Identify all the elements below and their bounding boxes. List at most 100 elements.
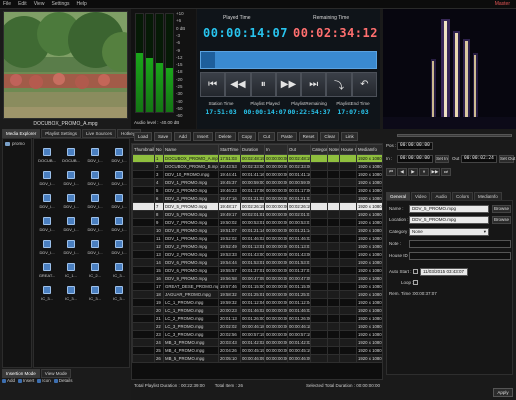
clip-skip-next-icon[interactable]: ⏭ — [441, 168, 451, 176]
location-field[interactable]: DDV_5_PROMO.mpg — [409, 216, 489, 224]
table-row[interactable]: 5 DDV_3_PROMO.mpg 19:46:23 00:01:17:06 00:00… — [132, 186, 382, 195]
file-item[interactable]: DDV_I... — [107, 234, 131, 256]
delete-button[interactable]: Delete — [214, 131, 236, 141]
menu-settings[interactable]: Settings — [51, 1, 69, 7]
file-item[interactable]: IC_3... — [35, 280, 59, 302]
reset-button[interactable]: Reset — [298, 131, 319, 141]
menu-file[interactable]: File — [3, 1, 11, 7]
col-no[interactable]: No — [154, 144, 164, 155]
file-item[interactable]: DDV_I... — [35, 165, 59, 187]
table-row[interactable]: 8 DDV_5_PROMO.mpg 19:49:17 00:02:01:01 00:00… — [132, 210, 382, 219]
tab-view-mode[interactable]: View Mode — [40, 369, 71, 378]
file-item[interactable]: IC_3... — [107, 280, 131, 302]
table-row[interactable]: 17 GREAT_DESE_PROMO.mpg 19:57:46 00:01:15:0… — [132, 282, 382, 291]
playback-progress-bar[interactable] — [200, 51, 377, 69]
col-thumbnail[interactable]: Thumbnail — [132, 144, 155, 155]
file-item[interactable]: IC_3... — [59, 280, 83, 302]
table-row[interactable]: 3 DDV_10_PROMO.mpg 19:44:41 00:01:41:16 00:0… — [132, 170, 382, 179]
table-row[interactable]: 13 DDV_2_PROMO.mpg 19:53:33 00:01:43:00 00:0… — [132, 250, 382, 259]
rewind-button[interactable]: ◀◀ — [225, 72, 251, 97]
file-item[interactable]: DOCUB... — [59, 142, 83, 164]
menu-help[interactable]: Help — [77, 1, 87, 7]
browse-location-button[interactable]: Browse — [492, 216, 511, 224]
add-button[interactable]: Add — [174, 131, 192, 141]
table-row[interactable]: 18 JAGUAR_PROMO.mpg 19:58:32 00:01:25:01 00:… — [132, 290, 382, 299]
file-item[interactable]: DOCUB... — [35, 142, 59, 164]
clip-pause-icon[interactable]: ⏸ — [419, 168, 429, 176]
auto-start-datetime[interactable]: 11/03/2015 03:43:07 — [420, 268, 468, 276]
file-item[interactable]: IC_3... — [83, 280, 107, 302]
browse-name-button[interactable]: Browse — [492, 205, 511, 213]
file-item[interactable]: DDV_I... — [107, 142, 131, 164]
table-row[interactable]: 9 DDV_7_PROMO.mpg 19:50:02 00:00:53:01 00:00… — [132, 218, 382, 227]
menu-edit[interactable]: Edit — [18, 1, 27, 7]
file-item[interactable]: DDV_I... — [35, 188, 59, 210]
table-row[interactable]: 12 DDV_2_PROMO.mpg 19:52:49 00:01:13:01 00:0… — [132, 242, 382, 251]
file-item[interactable]: DDV_I... — [83, 188, 107, 210]
clip-forward-icon[interactable]: ▶▶ — [430, 168, 440, 176]
table-row[interactable]: 26 MB_5_PROMO.mpg 20:05:10 00:00:46:09 00:00… — [132, 354, 382, 363]
clip-play-icon[interactable]: ▶ — [408, 168, 418, 176]
clear-button[interactable]: Clear — [320, 131, 340, 141]
table-row[interactable]: 2 DOCUBOX_PROMO_B.mpg 19:43:53 00:02:33:00 0… — [132, 162, 382, 171]
insert-button[interactable]: Insert — [193, 131, 213, 141]
file-item[interactable]: IC_1... — [59, 257, 83, 279]
table-row[interactable]: 21 LC_2_PROMO.mpg 20:01:13 00:01:26:00 00:00… — [132, 314, 382, 323]
pos-timecode[interactable]: 00:00:00:00 — [397, 142, 433, 150]
col-notes[interactable]: Notes — [327, 144, 340, 155]
tab-playlist-settings[interactable]: Playlist Settings — [41, 129, 82, 138]
table-row[interactable]: 6 DDV_3_PROMO.mpg 19:47:16 00:01:21:03 00:00… — [132, 194, 382, 203]
clip-skip-back-icon[interactable]: ⏮ — [386, 168, 396, 176]
option-add[interactable]: Add — [2, 378, 15, 383]
auto-start-checkbox[interactable] — [413, 269, 418, 274]
option-icon[interactable]: Icon — [37, 378, 51, 383]
skip-back-button[interactable]: ⏮ — [200, 72, 226, 97]
house-id-field[interactable] — [409, 252, 511, 260]
file-item[interactable]: DDV_I... — [107, 188, 131, 210]
table-row[interactable]: 1 DOCUBOX_PROMO_A.mpg 17:51:03 00:02:48:19 0… — [132, 154, 382, 163]
table-row[interactable]: 23 LC_3_PROMO.mpg 20:02:56 00:00:57:19 00:00… — [132, 330, 382, 339]
clip-rewind-icon[interactable]: ◀ — [397, 168, 407, 176]
table-row[interactable]: 20 LC_1_PROMO.mpg 20:00:23 00:01:46:02 00:00… — [132, 306, 382, 315]
clip-position-slider[interactable] — [397, 134, 512, 137]
menu-view[interactable]: View — [34, 1, 45, 7]
col-out[interactable]: Out — [287, 144, 311, 155]
table-row[interactable]: 10 DDV_8_PROMO.mpg 19:51:07 00:01:21:14 00:0… — [132, 226, 382, 235]
file-item[interactable]: DDV_I... — [83, 234, 107, 256]
pause-button[interactable]: ⏸ — [250, 72, 276, 97]
tab-media-explorer[interactable]: Media Explorer — [2, 129, 41, 138]
tab-insertion-mode[interactable]: Insertion Mode — [2, 369, 40, 378]
file-item[interactable]: DDV_I... — [35, 234, 59, 256]
cut-button[interactable]: Cut — [258, 131, 276, 141]
name-field[interactable]: DDV_5_PROMO.mpg — [409, 205, 489, 213]
apply-button[interactable]: Apply — [493, 388, 513, 397]
table-row[interactable]: 19 LC_1_PROMO.mpg 19:59:32 00:01:12:04 00:00… — [132, 298, 382, 307]
undo-button[interactable]: ↶ — [351, 72, 377, 97]
file-item[interactable]: GREAT... — [35, 257, 59, 279]
note-field[interactable] — [409, 240, 511, 248]
table-row[interactable]: 22 LC_3_PROMO.mpg 20:02:02 00:00:46:18 00:00… — [132, 322, 382, 331]
tab-live-sources[interactable]: Live Sources — [82, 129, 117, 138]
skip-next-button[interactable]: ⏭ — [301, 72, 327, 97]
col-in[interactable]: In — [264, 144, 288, 155]
col-start-time[interactable]: StartTime — [218, 144, 241, 155]
file-item[interactable]: DDV_I... — [59, 165, 83, 187]
file-item[interactable]: DDV_I... — [83, 142, 107, 164]
tree-node-promo[interactable]: promo — [3, 139, 31, 148]
cue-next-button[interactable]: ⤵ — [326, 72, 352, 97]
table-row[interactable]: 11 DDV_1_PROMO.mpg 19:52:02 00:01:46:02 00:0… — [132, 234, 382, 243]
col-category[interactable]: Category — [310, 144, 328, 155]
file-item[interactable]: DDV_I... — [59, 188, 83, 210]
out-timecode[interactable]: 00:00:02:24 — [461, 155, 497, 163]
file-item[interactable]: IC_2... — [83, 257, 107, 279]
file-item[interactable]: IC_3... — [107, 257, 131, 279]
file-item[interactable]: DDV_I... — [83, 211, 107, 233]
option-details[interactable]: Details — [53, 378, 73, 383]
set-in-button[interactable]: Set In — [435, 155, 449, 163]
file-item[interactable]: DDV_I... — [83, 165, 107, 187]
col-duration[interactable]: Duration — [240, 144, 265, 155]
file-item[interactable]: DDV_I... — [35, 211, 59, 233]
table-row[interactable]: 25 MB_4_PROMO.mpg 20:04:26 00:00:45:19 00:00… — [132, 346, 382, 355]
table-row[interactable]: 16 DDV_9_PROMO.mpg 19:56:58 00:00:47:05 00:0… — [132, 274, 382, 283]
file-item[interactable]: DDV_I... — [107, 165, 131, 187]
